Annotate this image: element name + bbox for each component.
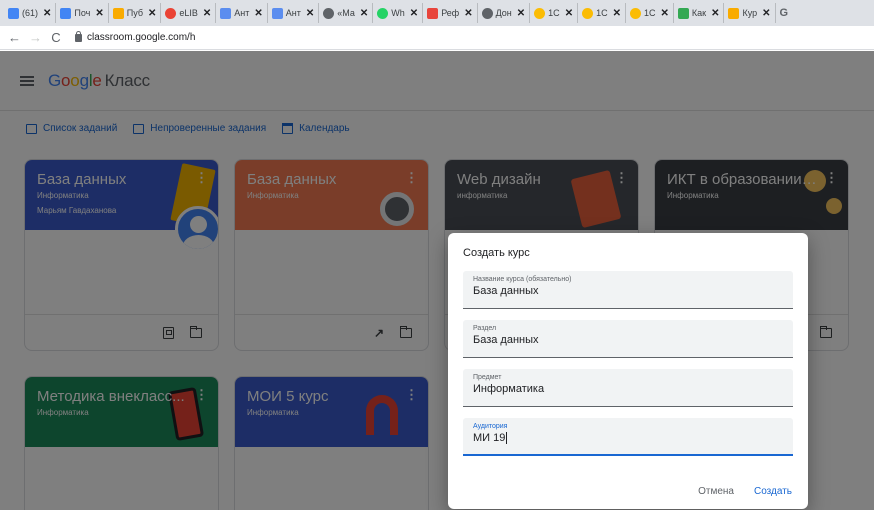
tab-favicon-icon bbox=[165, 7, 177, 19]
close-icon[interactable]: ✕ bbox=[711, 8, 719, 19]
browser-tab[interactable]: Wh ✕ bbox=[373, 3, 424, 23]
browser-tab[interactable]: «Ма ✕ bbox=[319, 3, 374, 23]
course-name-field[interactable]: Название курса (обязательно) База данных bbox=[463, 271, 793, 309]
tab-favicon-icon bbox=[112, 7, 124, 19]
tab-favicon-icon bbox=[377, 7, 389, 19]
field-label: Аудитория bbox=[473, 423, 508, 430]
create-course-dialog: Создать курс Название курса (обязательно… bbox=[448, 233, 808, 509]
address-bar: ← → C classroom.google.com/h bbox=[0, 26, 874, 50]
tab-favicon-icon bbox=[220, 7, 232, 19]
tab-favicon-icon bbox=[629, 7, 641, 19]
forward-icon[interactable]: → bbox=[29, 30, 42, 45]
browser-tab[interactable]: Ант ✕ bbox=[268, 3, 320, 23]
browser-tab[interactable]: (61) ✕ bbox=[4, 3, 57, 23]
dialog-actions: Отмена Создать bbox=[698, 486, 792, 497]
lock-icon bbox=[75, 30, 82, 42]
tab-favicon-icon bbox=[677, 7, 689, 19]
tab-favicon-icon bbox=[582, 7, 594, 19]
close-icon[interactable]: ✕ bbox=[565, 8, 573, 19]
tab-favicon-icon bbox=[481, 7, 493, 19]
tab-favicon-icon bbox=[323, 7, 335, 19]
reload-icon[interactable]: C bbox=[50, 30, 62, 45]
field-value: Информатика bbox=[473, 383, 545, 395]
close-icon[interactable]: ✕ bbox=[661, 8, 669, 19]
tab-favicon-icon bbox=[271, 7, 283, 19]
close-icon[interactable]: ✕ bbox=[360, 8, 368, 19]
close-icon[interactable]: ✕ bbox=[464, 8, 472, 19]
tab-favicon-icon bbox=[728, 7, 740, 19]
section-field[interactable]: Раздел База данных bbox=[463, 320, 793, 358]
browser-tab[interactable]: 1С ✕ bbox=[578, 3, 626, 23]
field-value: База данных bbox=[473, 285, 539, 297]
browser-tab[interactable]: Как ✕ bbox=[674, 3, 725, 23]
browser-tab[interactable]: Ант ✕ bbox=[216, 3, 268, 23]
browser-tab[interactable]: Пуб ✕ bbox=[109, 3, 162, 23]
close-icon[interactable]: ✕ bbox=[203, 8, 211, 19]
browser-tab[interactable]: G bbox=[776, 3, 793, 23]
field-value: База данных bbox=[473, 334, 539, 346]
tab-favicon-icon bbox=[427, 7, 439, 19]
tab-favicon-icon bbox=[60, 7, 72, 19]
browser-tab-bar: (61) ✕ Поч ✕ Пуб ✕ eLIB ✕ Ант ✕ Ант ✕ «Ма ✕ Wh ✕… bbox=[0, 0, 874, 26]
browser-tab[interactable]: Дон ✕ bbox=[478, 3, 531, 23]
close-icon[interactable]: ✕ bbox=[148, 8, 156, 19]
close-icon[interactable]: ✕ bbox=[410, 8, 418, 19]
close-icon[interactable]: ✕ bbox=[517, 8, 525, 19]
close-icon[interactable]: ✕ bbox=[613, 8, 621, 19]
room-field[interactable]: Аудитория МИ 19 bbox=[463, 418, 793, 456]
tab-favicon-icon bbox=[8, 7, 19, 19]
create-button[interactable]: Создать bbox=[754, 486, 792, 497]
close-icon[interactable]: ✕ bbox=[306, 8, 314, 19]
cancel-button[interactable]: Отмена bbox=[698, 486, 734, 497]
field-value: МИ 19 bbox=[473, 432, 506, 444]
tab-favicon-icon bbox=[534, 7, 546, 19]
browser-tab[interactable]: 1С ✕ bbox=[530, 3, 579, 23]
close-icon[interactable]: ✕ bbox=[95, 8, 103, 19]
browser-tab[interactable]: 1С ✕ bbox=[626, 3, 674, 23]
back-icon[interactable]: ← bbox=[8, 30, 21, 45]
close-icon[interactable]: ✕ bbox=[762, 8, 770, 19]
dialog-title: Создать курс bbox=[463, 247, 530, 259]
close-icon[interactable]: ✕ bbox=[43, 8, 51, 19]
browser-tab[interactable]: Кур ✕ bbox=[724, 3, 776, 23]
text-cursor bbox=[506, 432, 508, 444]
classroom-page: GoogleКласс Список заданий Непроверенные… bbox=[0, 51, 874, 510]
browser-tab[interactable]: eLIB ✕ bbox=[161, 3, 217, 23]
browser-tab[interactable]: Поч ✕ bbox=[56, 3, 109, 23]
field-label: Раздел bbox=[473, 325, 497, 332]
subject-field[interactable]: Предмет Информатика bbox=[463, 369, 793, 407]
field-label: Предмет bbox=[473, 374, 502, 381]
url-text: classroom.google.com/h bbox=[87, 32, 196, 43]
browser-tab[interactable]: Реф ✕ bbox=[423, 3, 478, 23]
url-field[interactable]: classroom.google.com/h bbox=[75, 30, 196, 43]
close-icon[interactable]: ✕ bbox=[254, 8, 262, 19]
field-label: Название курса (обязательно) bbox=[473, 276, 572, 283]
